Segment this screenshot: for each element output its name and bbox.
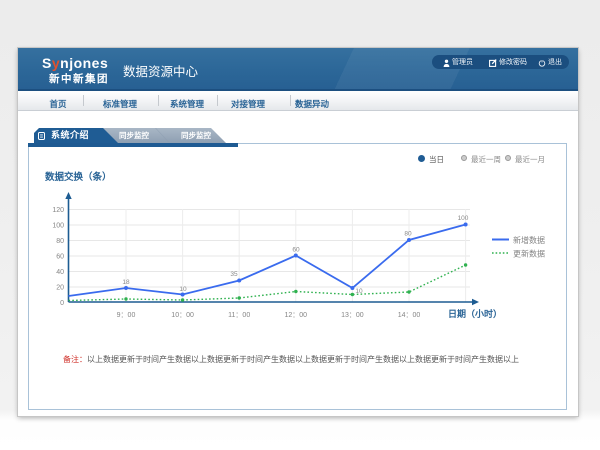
svg-text:0: 0 <box>60 300 64 307</box>
svg-text:9：00: 9：00 <box>117 312 136 319</box>
svg-text:更新数据: 更新数据 <box>513 249 545 259</box>
svg-text:80: 80 <box>404 231 412 238</box>
svg-text:13：00: 13：00 <box>341 312 364 319</box>
svg-text:100: 100 <box>52 223 64 230</box>
svg-text:10: 10 <box>355 288 363 295</box>
svg-text:60: 60 <box>292 247 300 254</box>
svg-text:120: 120 <box>52 207 64 214</box>
svg-text:35: 35 <box>230 271 238 278</box>
svg-text:14：00: 14：00 <box>398 312 421 319</box>
svg-text:20: 20 <box>56 285 64 292</box>
svg-text:60: 60 <box>56 254 64 261</box>
svg-text:新增数据: 新增数据 <box>513 235 545 245</box>
svg-text:10：00: 10：00 <box>171 312 194 319</box>
svg-text:80: 80 <box>56 238 64 245</box>
svg-text:12：00: 12：00 <box>285 312 308 319</box>
svg-text:10: 10 <box>179 286 187 293</box>
svg-text:100: 100 <box>458 215 469 222</box>
svg-text:40: 40 <box>56 269 64 276</box>
svg-text:11：00: 11：00 <box>228 312 250 319</box>
svg-text:18: 18 <box>122 279 130 286</box>
